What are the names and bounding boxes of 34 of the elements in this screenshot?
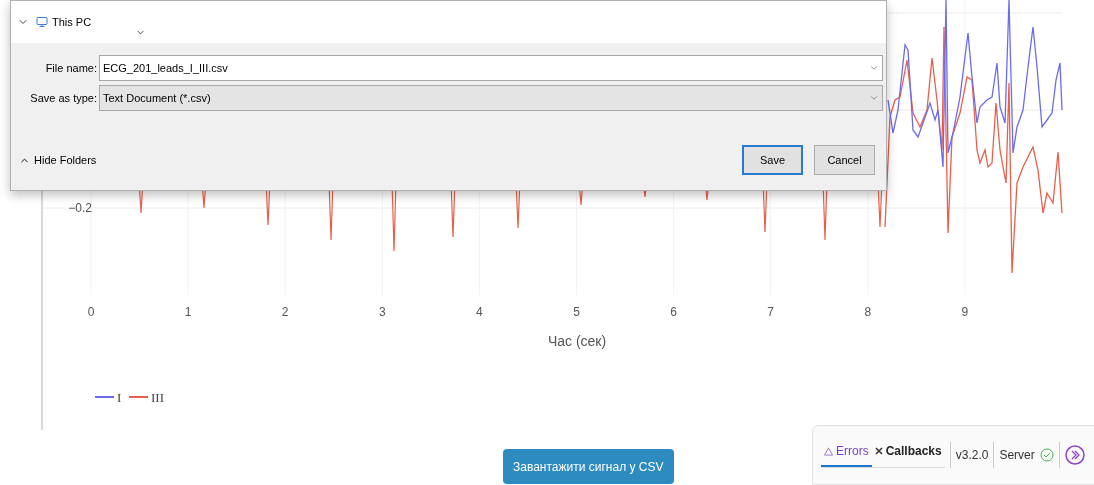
file-type-select[interactable]: Text Document (*.csv) (99, 85, 883, 111)
chevron-down-icon (869, 63, 879, 73)
x-tick-label: 2 (281, 305, 289, 319)
chevron-down-icon (869, 93, 879, 103)
x-tick-label: 0 (87, 305, 95, 319)
y-tick-label: −0.2 (68, 201, 92, 215)
hide-folders-toggle[interactable]: Hide Folders (19, 151, 97, 169)
x-tick-label: 4 (476, 305, 483, 319)
file-name-field[interactable]: ECG_201_leads_I_III.csv (99, 55, 883, 81)
legend-label: III (151, 390, 164, 405)
check-circle-icon (1039, 448, 1054, 462)
x-tick-label: 1 (184, 305, 192, 319)
expand-icon[interactable] (1064, 445, 1085, 465)
version-label: v3.2.0 (955, 447, 989, 464)
tree-item[interactable]: This PC (52, 13, 92, 31)
close-icon (874, 447, 883, 455)
x-tick-label: 3 (378, 305, 386, 319)
debug-tab[interactable]: Callbacks (871, 442, 945, 467)
computer-icon (36, 16, 48, 28)
dialog-button[interactable]: Cancel (814, 145, 875, 175)
x-axis-title: Час (сек) (547, 333, 607, 349)
x-tick-label: 9 (961, 305, 969, 319)
legend-label: I (117, 390, 122, 405)
server-label: Server (999, 447, 1035, 464)
dialog-button[interactable]: Save (742, 145, 803, 175)
x-tick-label: 5 (573, 305, 580, 319)
x-tick-label: 6 (670, 305, 677, 319)
field-label: Save as type: (29, 90, 98, 106)
download-button[interactable]: Завантажити сигнал у CSV (503, 449, 674, 484)
x-tick-label: 8 (864, 305, 872, 319)
warning-icon (824, 446, 833, 456)
field-label: File name: (44, 60, 98, 76)
x-tick-label: 7 (767, 305, 775, 319)
debug-tab[interactable]: Errors (821, 442, 872, 467)
